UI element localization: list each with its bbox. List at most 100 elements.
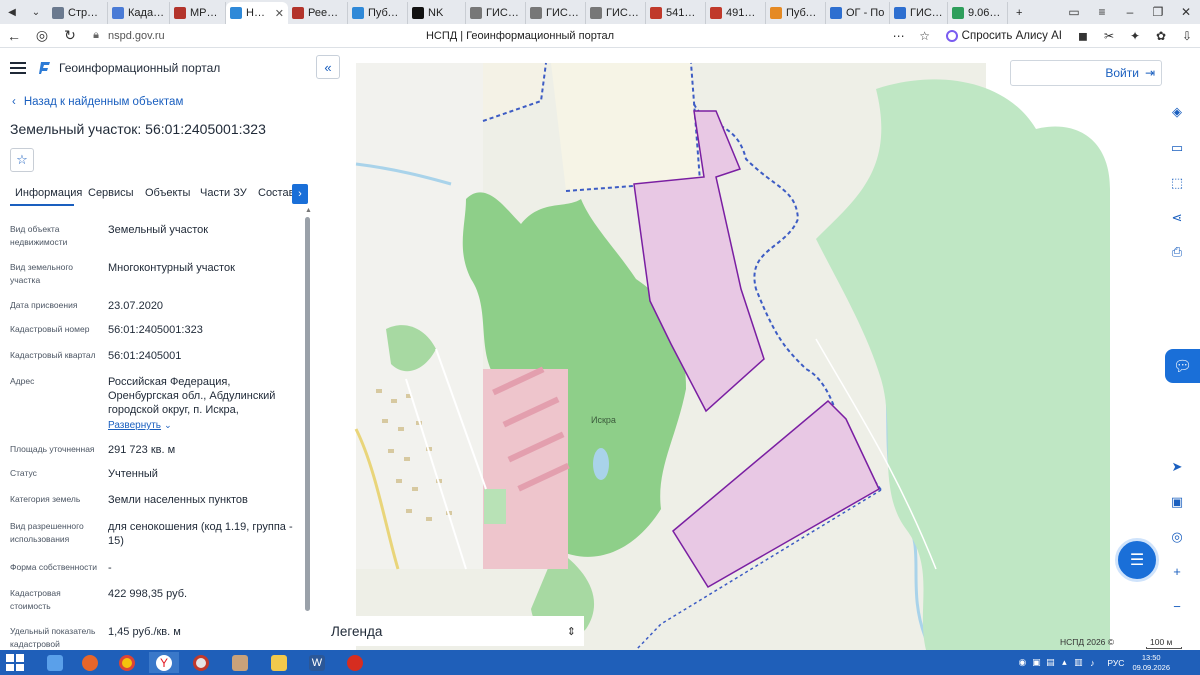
browser-tab[interactable]: Структу bbox=[48, 2, 108, 24]
layers-button[interactable]: ◈ bbox=[1163, 98, 1191, 126]
start-button-icon[interactable] bbox=[6, 654, 24, 671]
browser-tab[interactable]: 9.06_RG bbox=[948, 2, 1008, 24]
taskbar-app-chrome[interactable] bbox=[112, 652, 142, 673]
info-value: Многоконтурный участок bbox=[108, 262, 235, 274]
site-info-icon[interactable]: ◎ bbox=[28, 27, 56, 44]
download-icon[interactable]: ⇩ bbox=[1174, 29, 1200, 43]
tray-app-icon[interactable]: ◉ bbox=[1015, 657, 1029, 668]
browser-tab[interactable]: 491dce bbox=[706, 2, 766, 24]
share-button[interactable]: ⋖ bbox=[1163, 204, 1191, 232]
restore-icon[interactable]: ❐ bbox=[1144, 5, 1172, 19]
more-icon[interactable]: ⋯ bbox=[886, 29, 912, 43]
print-button[interactable]: ⎙ bbox=[1163, 238, 1191, 266]
tab-parts[interactable]: Части ЗУ bbox=[200, 187, 247, 199]
browser-tab[interactable]: ОГ - По bbox=[826, 2, 890, 24]
taskbar-app-word[interactable]: W bbox=[302, 652, 332, 673]
back-label: Назад к найденным объектам bbox=[23, 96, 184, 108]
tab-label: Кадастр bbox=[128, 7, 165, 19]
taskbar-app-yandex[interactable]: Y bbox=[149, 652, 179, 673]
tab-favicon-icon bbox=[830, 7, 842, 19]
tab-list-icon[interactable]: ⌄ bbox=[24, 0, 48, 24]
place-label: Искра bbox=[591, 415, 616, 425]
tab-favicon-icon bbox=[174, 7, 186, 19]
reload-icon[interactable]: ↻ bbox=[56, 27, 84, 44]
browser-tab[interactable]: 5417b6 bbox=[646, 2, 706, 24]
tools-icon[interactable]: ✂ bbox=[1096, 29, 1122, 43]
taskbar-app-other[interactable] bbox=[340, 652, 370, 673]
scroll-up-icon[interactable]: ▲ bbox=[305, 207, 312, 214]
legend-panel[interactable]: Легенда ⇕ bbox=[316, 616, 584, 646]
tab-label: 5417b6 bbox=[666, 7, 701, 19]
clock[interactable]: 13:50 09.09.2026 bbox=[1132, 653, 1170, 673]
tab-services[interactable]: Сервисы bbox=[88, 187, 134, 199]
panel-scrollbar[interactable] bbox=[305, 217, 310, 611]
taskbar-app-explorer[interactable] bbox=[40, 652, 70, 673]
back-arrow-icon[interactable]: ← bbox=[0, 28, 28, 44]
browser-tab[interactable]: МРЦТ bbox=[170, 2, 226, 24]
browser-tab[interactable]: NK bbox=[408, 2, 466, 24]
taskbar-app-files[interactable] bbox=[264, 652, 294, 673]
favorite-star-button[interactable]: ☆ bbox=[10, 148, 34, 172]
locate-button[interactable]: ➤ bbox=[1163, 453, 1191, 481]
select-button[interactable]: ⬚ bbox=[1163, 169, 1191, 197]
address-bar: ← ◎ ↻ 🔒︎ nspd.gov.ru НСПД | Геоинформаци… bbox=[0, 24, 1200, 48]
geolocation-button[interactable]: ◎ bbox=[1163, 523, 1191, 551]
puzzle-icon[interactable]: ✦ bbox=[1122, 29, 1148, 43]
support-chat-button[interactable]: ☰ bbox=[1115, 538, 1159, 582]
taskbar-app-user[interactable] bbox=[225, 652, 255, 673]
tray-app-icon[interactable]: ▤ bbox=[1043, 657, 1057, 668]
close-window-icon[interactable]: ✕ bbox=[1172, 5, 1200, 19]
taskbar-app-firefox[interactable] bbox=[75, 652, 105, 673]
browser-tab[interactable]: Публич bbox=[766, 2, 826, 24]
browser-tab[interactable]: Реестр bbox=[288, 2, 348, 24]
map-layers bbox=[316, 49, 1200, 650]
network-icon[interactable]: ▥ bbox=[1071, 657, 1085, 668]
tab-objects[interactable]: Объекты bbox=[145, 187, 190, 199]
collapse-panel-button[interactable]: « bbox=[316, 55, 340, 79]
share-icon: ⋖ bbox=[1171, 210, 1183, 225]
map-canvas[interactable] bbox=[316, 49, 1200, 650]
browser-tab[interactable]: Кадастр bbox=[108, 2, 170, 24]
extension-icon[interactable]: ◼ bbox=[1070, 29, 1096, 43]
login-button[interactable]: Войти ⇥ bbox=[1010, 60, 1162, 86]
url-field[interactable]: nspd.gov.ru bbox=[108, 30, 408, 42]
browser-tab[interactable]: ГИС ОГ bbox=[586, 2, 646, 24]
bookmark-icon[interactable]: ☆ bbox=[912, 29, 938, 43]
minimap-button[interactable]: ▣ bbox=[1163, 488, 1191, 516]
minimize-icon[interactable]: – bbox=[1116, 5, 1144, 19]
tab-label: ГИС ОГ bbox=[546, 7, 581, 19]
language-indicator[interactable]: РУС bbox=[1107, 658, 1124, 668]
taskbar-app-opera[interactable] bbox=[186, 652, 216, 673]
tray-app-icon[interactable]: ▣ bbox=[1029, 657, 1043, 668]
browser-tab[interactable]: ГИСОГД bbox=[890, 2, 948, 24]
tab-composition[interactable]: Состав bbox=[258, 187, 294, 199]
back-to-results-link[interactable]: ‹ Назад к найденным объектам bbox=[12, 96, 183, 108]
hamburger-menu-icon[interactable] bbox=[10, 62, 26, 74]
bookmarks-icon[interactable]: ▭ bbox=[1060, 5, 1088, 19]
info-tabs: Информация Сервисы Объекты Части ЗУ Сост… bbox=[0, 182, 316, 208]
tab-label: НСПД bbox=[246, 7, 270, 19]
favorites-icon[interactable]: ✿ bbox=[1148, 29, 1174, 43]
layers-icon: ◈ bbox=[1172, 104, 1182, 119]
measure-button[interactable]: ▭ bbox=[1163, 134, 1191, 162]
new-tab-button[interactable]: + bbox=[1008, 2, 1030, 24]
sound-icon[interactable]: ◀ bbox=[0, 0, 24, 24]
tab-label: NK bbox=[428, 7, 444, 19]
zoom-in-button[interactable]: + bbox=[1163, 557, 1191, 585]
chat-help-button[interactable]: 💬︎ bbox=[1165, 349, 1200, 383]
browser-tab[interactable]: ГИС ОГ bbox=[526, 2, 586, 24]
tray-up-icon[interactable]: ▴ bbox=[1057, 657, 1071, 668]
browser-tab[interactable]: Публич bbox=[348, 2, 408, 24]
volume-icon[interactable]: ♪ bbox=[1085, 658, 1099, 668]
ask-alisa-button[interactable]: Спросить Алису AI bbox=[938, 30, 1070, 42]
close-tab-icon[interactable]: ✕ bbox=[275, 7, 284, 20]
browser-tab[interactable]: ГИС ОГ bbox=[466, 2, 526, 24]
tab-favicon-icon bbox=[650, 7, 662, 19]
browser-tab[interactable]: НСПД ✕ bbox=[226, 2, 288, 24]
tab-favicon-icon bbox=[470, 7, 482, 19]
menu-icon[interactable]: ≡ bbox=[1088, 5, 1116, 19]
tab-information[interactable]: Информация bbox=[15, 187, 82, 199]
expand-address-link[interactable]: Развернуть ⌄ bbox=[108, 418, 294, 433]
tabs-next-button[interactable]: › bbox=[292, 184, 308, 204]
zoom-out-button[interactable]: − bbox=[1163, 592, 1191, 620]
